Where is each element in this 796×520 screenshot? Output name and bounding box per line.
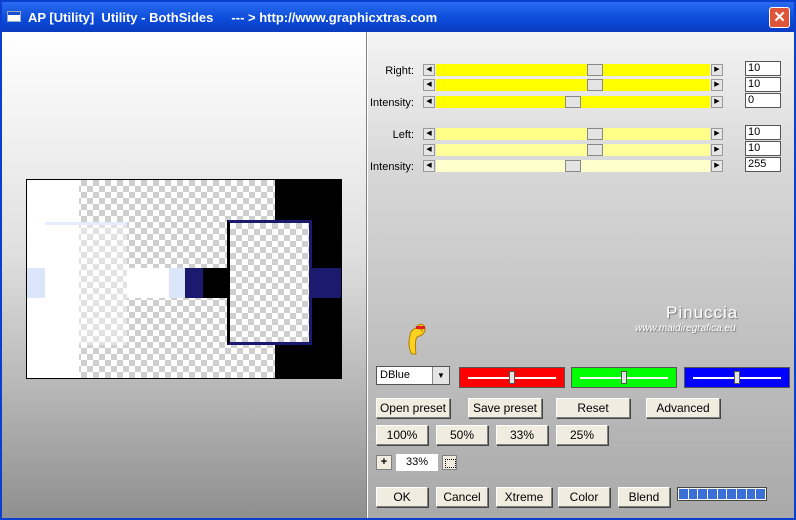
- right-value-1[interactable]: 10: [745, 61, 781, 76]
- window-app-icon: [7, 11, 21, 22]
- zoom-value-field[interactable]: 33%: [396, 454, 438, 471]
- chevron-down-icon[interactable]: ▼: [432, 367, 449, 384]
- preview-image[interactable]: [26, 179, 342, 379]
- green-slider[interactable]: [571, 367, 677, 388]
- slider-track[interactable]: [436, 79, 710, 91]
- right-label: Right:: [385, 65, 414, 77]
- progress-bar: [677, 487, 767, 501]
- slider-track[interactable]: [436, 96, 710, 108]
- cancel-button[interactable]: Cancel: [436, 487, 488, 507]
- preview-panel: [2, 32, 366, 518]
- left-slider-1[interactable]: ◀ ▶: [423, 128, 723, 140]
- zoom-100-button[interactable]: 100%: [376, 425, 428, 445]
- save-preset-button[interactable]: Save preset: [468, 398, 542, 418]
- slider-right-arrow-icon[interactable]: ▶: [711, 79, 723, 91]
- slider-right-arrow-icon[interactable]: ▶: [711, 64, 723, 76]
- slider-thumb[interactable]: [586, 144, 603, 156]
- slider-left-arrow-icon[interactable]: ◀: [423, 128, 435, 140]
- right-intensity-slider[interactable]: ◀ ▶: [423, 96, 723, 108]
- left-label: Left:: [392, 129, 414, 141]
- right-slider-2[interactable]: ◀ ▶: [423, 79, 723, 91]
- zoom-grid-icon[interactable]: [442, 455, 457, 470]
- watermark-url: www.maidiregrafica.eu: [635, 323, 736, 334]
- left-intensity-value[interactable]: 255: [745, 157, 781, 172]
- slider-left-arrow-icon[interactable]: ◀: [423, 144, 435, 156]
- preview-pale-blue-mid: [169, 268, 185, 298]
- slider-thumb[interactable]: [565, 96, 581, 108]
- preset-select-value: DBlue: [380, 369, 410, 381]
- slider-left-arrow-icon[interactable]: ◀: [423, 79, 435, 91]
- progress-segment: [708, 489, 717, 499]
- preview-white-band: [127, 268, 169, 298]
- slider-thumb[interactable]: [586, 64, 603, 76]
- slider-right-arrow-icon[interactable]: ▶: [711, 144, 723, 156]
- right-intensity-value[interactable]: 0: [745, 93, 781, 108]
- xtreme-button[interactable]: Xtreme: [496, 487, 552, 507]
- zoom-25-button[interactable]: 25%: [556, 425, 608, 445]
- slider-track[interactable]: [436, 160, 710, 172]
- right-intensity-label: Intensity:: [369, 97, 414, 109]
- left-intensity-slider[interactable]: ◀ ▶: [423, 160, 723, 172]
- preview-navy-right: [312, 268, 341, 298]
- right-slider-1[interactable]: ◀ ▶: [423, 64, 723, 76]
- left-value-2[interactable]: 10: [745, 141, 781, 156]
- left-value-1[interactable]: 10: [745, 125, 781, 140]
- zoom-33-button[interactable]: 33%: [496, 425, 548, 445]
- progress-segment: [746, 489, 756, 499]
- ok-button[interactable]: OK: [376, 487, 428, 507]
- slider-right-arrow-icon[interactable]: ▶: [711, 160, 723, 172]
- window-title: AP [Utility] Utility - BothSides --- > h…: [28, 10, 438, 25]
- watermark-name: Pinuccia: [666, 303, 739, 322]
- left-intensity-label: Intensity:: [369, 161, 414, 173]
- slider-thumb[interactable]: [621, 371, 627, 384]
- progress-segment: [756, 489, 766, 499]
- plugin-window: AP [Utility] Utility - BothSides --- > h…: [0, 0, 796, 520]
- zoom-plus-button[interactable]: +: [376, 455, 392, 470]
- zoom-50-button[interactable]: 50%: [436, 425, 488, 445]
- pointing-hand-icon[interactable]: [404, 320, 430, 356]
- slider-thumb[interactable]: [586, 128, 603, 140]
- close-button[interactable]: ✕: [769, 7, 790, 28]
- slider-track[interactable]: [436, 128, 710, 140]
- progress-segment: [698, 489, 708, 499]
- progress-segment: [727, 489, 737, 499]
- slider-thumb[interactable]: [509, 371, 515, 384]
- slider-track[interactable]: [436, 64, 710, 76]
- slider-track[interactable]: [436, 144, 710, 156]
- slider-right-arrow-icon[interactable]: ▶: [711, 96, 723, 108]
- slider-thumb[interactable]: [734, 371, 740, 384]
- preview-framed-square: [227, 220, 312, 345]
- slider-left-arrow-icon[interactable]: ◀: [423, 96, 435, 108]
- preset-select[interactable]: DBlue ▼: [376, 366, 450, 385]
- right-value-2[interactable]: 10: [745, 77, 781, 92]
- slider-thumb[interactable]: [565, 160, 581, 172]
- preview-pale-blue-left: [27, 268, 45, 298]
- preview-black-band: [203, 268, 227, 298]
- progress-segment: [688, 489, 698, 499]
- preview-navy-band: [185, 268, 203, 298]
- progress-segment: [717, 489, 727, 499]
- slider-thumb[interactable]: [586, 79, 603, 91]
- slider-left-arrow-icon[interactable]: ◀: [423, 160, 435, 172]
- red-slider[interactable]: [459, 367, 565, 388]
- reset-button[interactable]: Reset: [556, 398, 630, 418]
- blue-slider[interactable]: [684, 367, 790, 388]
- color-button[interactable]: Color: [558, 487, 610, 507]
- left-slider-2[interactable]: ◀ ▶: [423, 144, 723, 156]
- blend-button[interactable]: Blend: [618, 487, 670, 507]
- slider-left-arrow-icon[interactable]: ◀: [423, 64, 435, 76]
- preview-light-block: [45, 222, 127, 345]
- progress-segment: [737, 489, 746, 499]
- controls-panel: Right: Intensity: ◀ ▶ ◀ ▶ ◀ ▶ 10 10 0 Le…: [368, 32, 794, 518]
- slider-right-arrow-icon[interactable]: ▶: [711, 128, 723, 140]
- open-preset-button[interactable]: Open preset: [376, 398, 450, 418]
- advanced-button[interactable]: Advanced: [646, 398, 720, 418]
- progress-segment: [679, 489, 688, 499]
- title-bar: AP [Utility] Utility - BothSides --- > h…: [2, 2, 794, 32]
